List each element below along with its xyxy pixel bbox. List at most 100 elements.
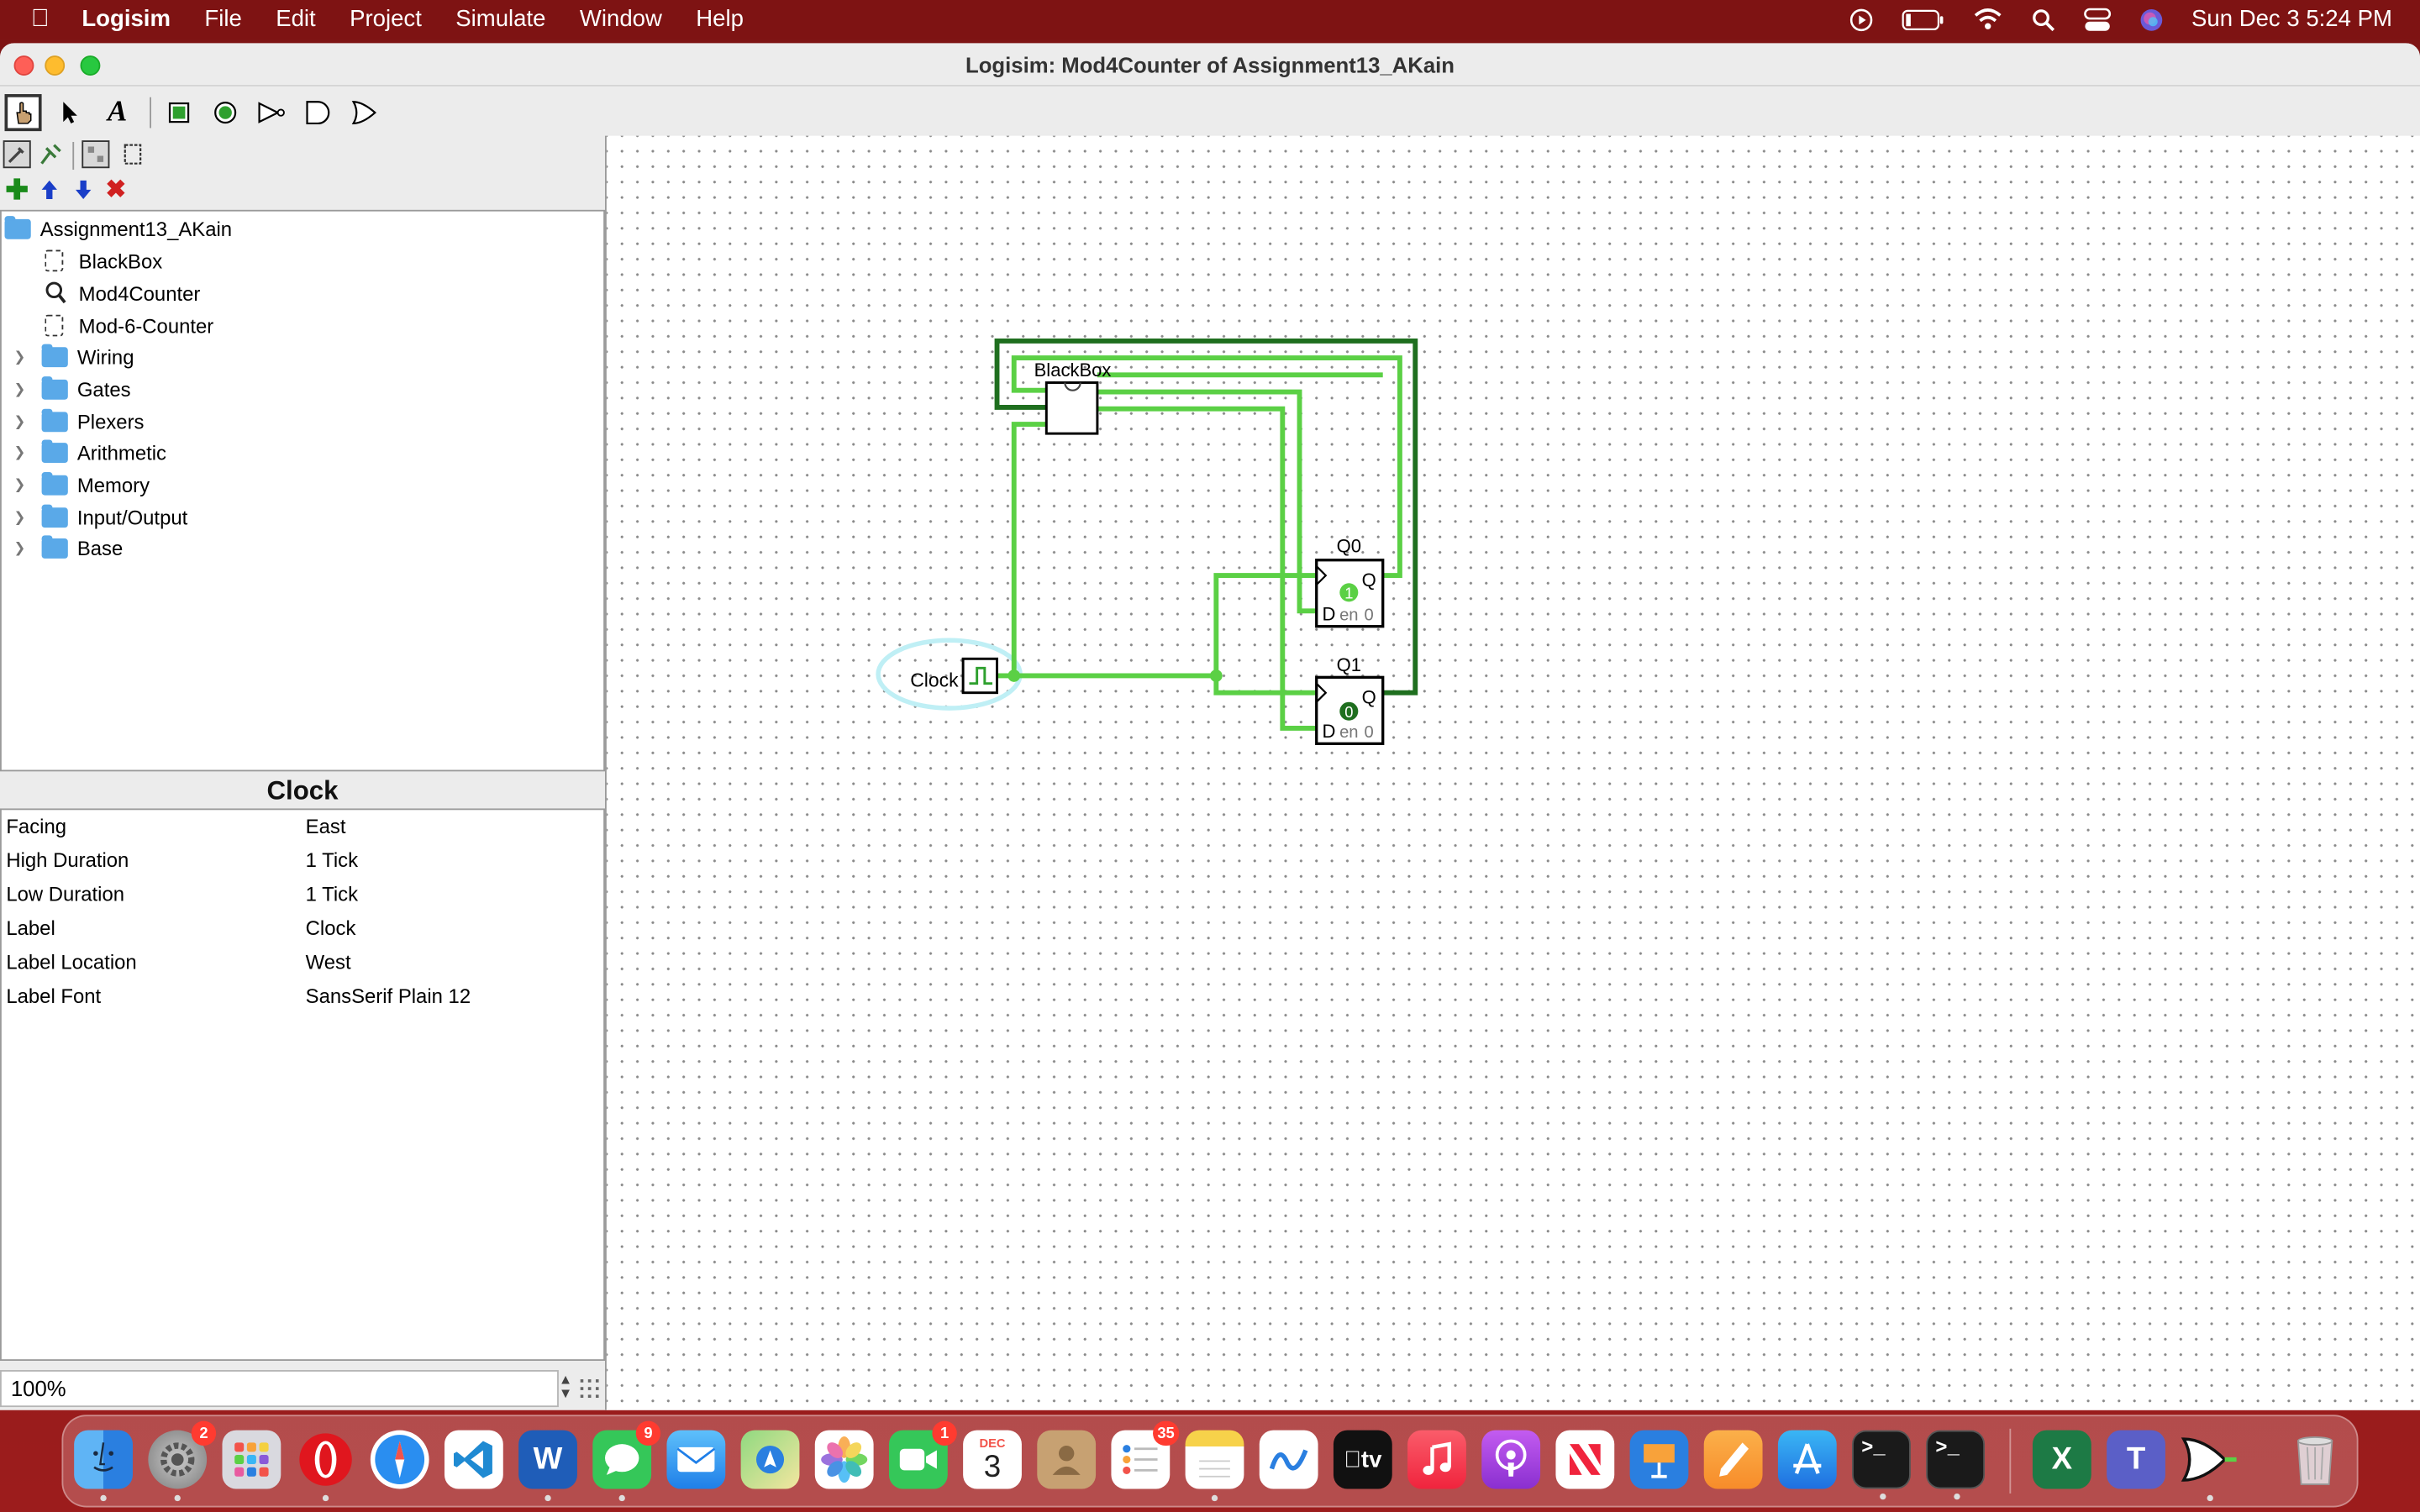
menu-project[interactable]: Project [333,6,439,32]
attr-row-label-location[interactable]: Label Location West [6,950,602,981]
attr-row-label[interactable]: Label Clock [6,916,602,948]
tree-circuit-blackbox[interactable]: BlackBox [45,245,162,276]
apple-menu-icon[interactable]:  [0,5,65,33]
attr-value[interactable]: Clock [306,916,356,940]
dock-mail[interactable] [666,1430,726,1489]
explorer-panel: ✚ ✖ Assignment13_AKain BlackBox Mod4Coun… [0,136,606,1410]
appearance-view-icon[interactable] [118,140,146,168]
dock-word[interactable]: W [518,1430,577,1502]
add-circuit-icon[interactable]: ✚ [3,174,31,205]
tree-circuit-mod4counter[interactable]: Mod4Counter [45,278,200,309]
app-store-icon [1793,1443,1822,1474]
zoom-field[interactable]: 100% [0,1370,559,1408]
tree-library-base[interactable]: ❯ Base [14,533,124,564]
attr-row-high-duration[interactable]: High Duration 1 Tick [6,848,602,879]
wire[interactable] [1213,675,1317,696]
dock-app-store[interactable] [1777,1430,1837,1489]
dock-messages[interactable]: 9 [592,1420,661,1502]
menu-window[interactable]: Window [563,6,679,32]
attr-value[interactable]: East [306,815,346,838]
dock-tv[interactable]: tv [1333,1430,1392,1489]
menubar-clock[interactable]: Sun Dec 3 5:24 PM [2191,6,2392,32]
menu-simulate[interactable]: Simulate [439,6,563,32]
dock-music[interactable] [1407,1430,1466,1489]
input-pin-tool-icon[interactable] [160,94,197,131]
tree-library-input-output[interactable]: ❯ Input/Output [14,501,188,533]
wifi-icon[interactable] [1972,8,2003,31]
dock-maps[interactable] [740,1430,800,1489]
circuit-canvas[interactable]: BlackBox Clock Q0 Q 1 D en 0 Q1 Q 0 D en… [605,135,2420,1410]
ff-q0-state-value: 1 [1344,585,1353,602]
attr-row-label-font[interactable]: Label Font SansSerif Plain 12 [6,984,602,1016]
clock-component[interactable] [961,657,999,695]
control-center-icon[interactable] [2083,7,2111,31]
dock-finder[interactable] [74,1430,133,1502]
dock-safari[interactable] [370,1430,429,1489]
attr-value[interactable]: SansSerif Plain 12 [306,984,471,1008]
delete-circuit-icon[interactable]: ✖ [102,176,129,203]
dock-launchpad[interactable] [222,1430,281,1489]
dock-notes[interactable] [1185,1430,1244,1502]
tree-project-root[interactable]: Assignment13_AKain [4,213,233,244]
dock-facetime[interactable]: 1 [888,1420,957,1489]
dock-system-settings[interactable]: 2 [148,1420,217,1502]
dock-calendar[interactable]: DEC 3 [963,1430,1022,1489]
dock-contacts[interactable] [1037,1430,1097,1489]
tree-library-arithmetic[interactable]: ❯ Arithmetic [14,437,166,468]
dock-podcasts[interactable] [1481,1430,1541,1489]
tree-library-memory[interactable]: ❯ Memory [14,469,150,500]
move-down-icon[interactable] [70,176,97,203]
menu-help[interactable]: Help [679,6,760,32]
menu-edit[interactable]: Edit [259,6,333,32]
dock-keynote[interactable] [1629,1430,1689,1489]
wire[interactable] [1097,406,1317,731]
attr-value[interactable]: 1 Tick [306,848,358,872]
tree-library-wiring[interactable]: ❯ Wiring [14,341,134,372]
edit-tool-icon[interactable] [51,94,88,131]
dock-logisim[interactable] [2181,1431,2239,1502]
dock-divider [2009,1428,2012,1494]
window-title: Logisim: Mod4Counter of Assignment13_AKa… [965,52,1455,77]
spotlight-search-icon[interactable] [2031,7,2055,31]
dock-news[interactable] [1555,1430,1615,1489]
simulation-view-icon[interactable] [37,140,65,168]
app-menu[interactable]: Logisim [65,6,187,32]
dock-freeform[interactable] [1259,1430,1318,1489]
dock-opera[interactable] [297,1431,355,1502]
toolbox-view-icon[interactable] [3,140,31,169]
attr-row-low-duration[interactable]: Low Duration 1 Tick [6,883,602,914]
grid-toggle-icon[interactable] [580,1379,599,1399]
layout-view-icon[interactable] [82,140,110,169]
text-tool-icon[interactable]: A [99,94,136,131]
dock-teams[interactable]: T [2107,1430,2165,1489]
not-gate-tool-icon[interactable] [253,94,290,131]
attr-row-facing[interactable]: Facing East [6,815,602,846]
tree-circuit-mod6counter[interactable]: Mod-6-Counter [45,310,213,341]
output-pin-tool-icon[interactable] [207,94,244,131]
dock-pages[interactable] [1703,1430,1763,1489]
tree-library-gates[interactable]: ❯ Gates [14,373,131,404]
attr-value[interactable]: West [306,950,351,974]
battery-icon[interactable] [1902,8,1944,30]
move-up-icon[interactable] [35,176,63,203]
poke-tool-icon[interactable] [4,94,42,132]
tree-library-plexers[interactable]: ❯ Plexers [14,406,145,437]
or-gate-tool-icon[interactable] [345,94,382,131]
dock-terminal[interactable]: >_ [1852,1430,1911,1500]
attr-value[interactable]: 1 Tick [306,883,358,906]
dock-excel[interactable]: X [2032,1430,2091,1489]
dock-photos[interactable] [814,1430,874,1489]
siri-icon[interactable] [2139,7,2164,31]
tree-item-label: Gates [76,377,131,401]
wire[interactable] [1011,422,1047,676]
dock-trash[interactable] [2286,1431,2344,1489]
dock-vscode[interactable] [444,1430,503,1489]
dock-reminders[interactable]: 35 [1111,1420,1180,1489]
dock-terminal-2[interactable]: >_ [1926,1430,1986,1500]
terminal-prompt-icon: >_ [1861,1436,1886,1460]
and-gate-tool-icon[interactable] [299,94,336,131]
menu-file[interactable]: File [187,6,259,32]
zoom-stepper[interactable]: ▲ ▼ [559,1373,572,1401]
tree-item-label: BlackBox [78,249,163,273]
play-status-icon[interactable] [1849,7,1873,31]
